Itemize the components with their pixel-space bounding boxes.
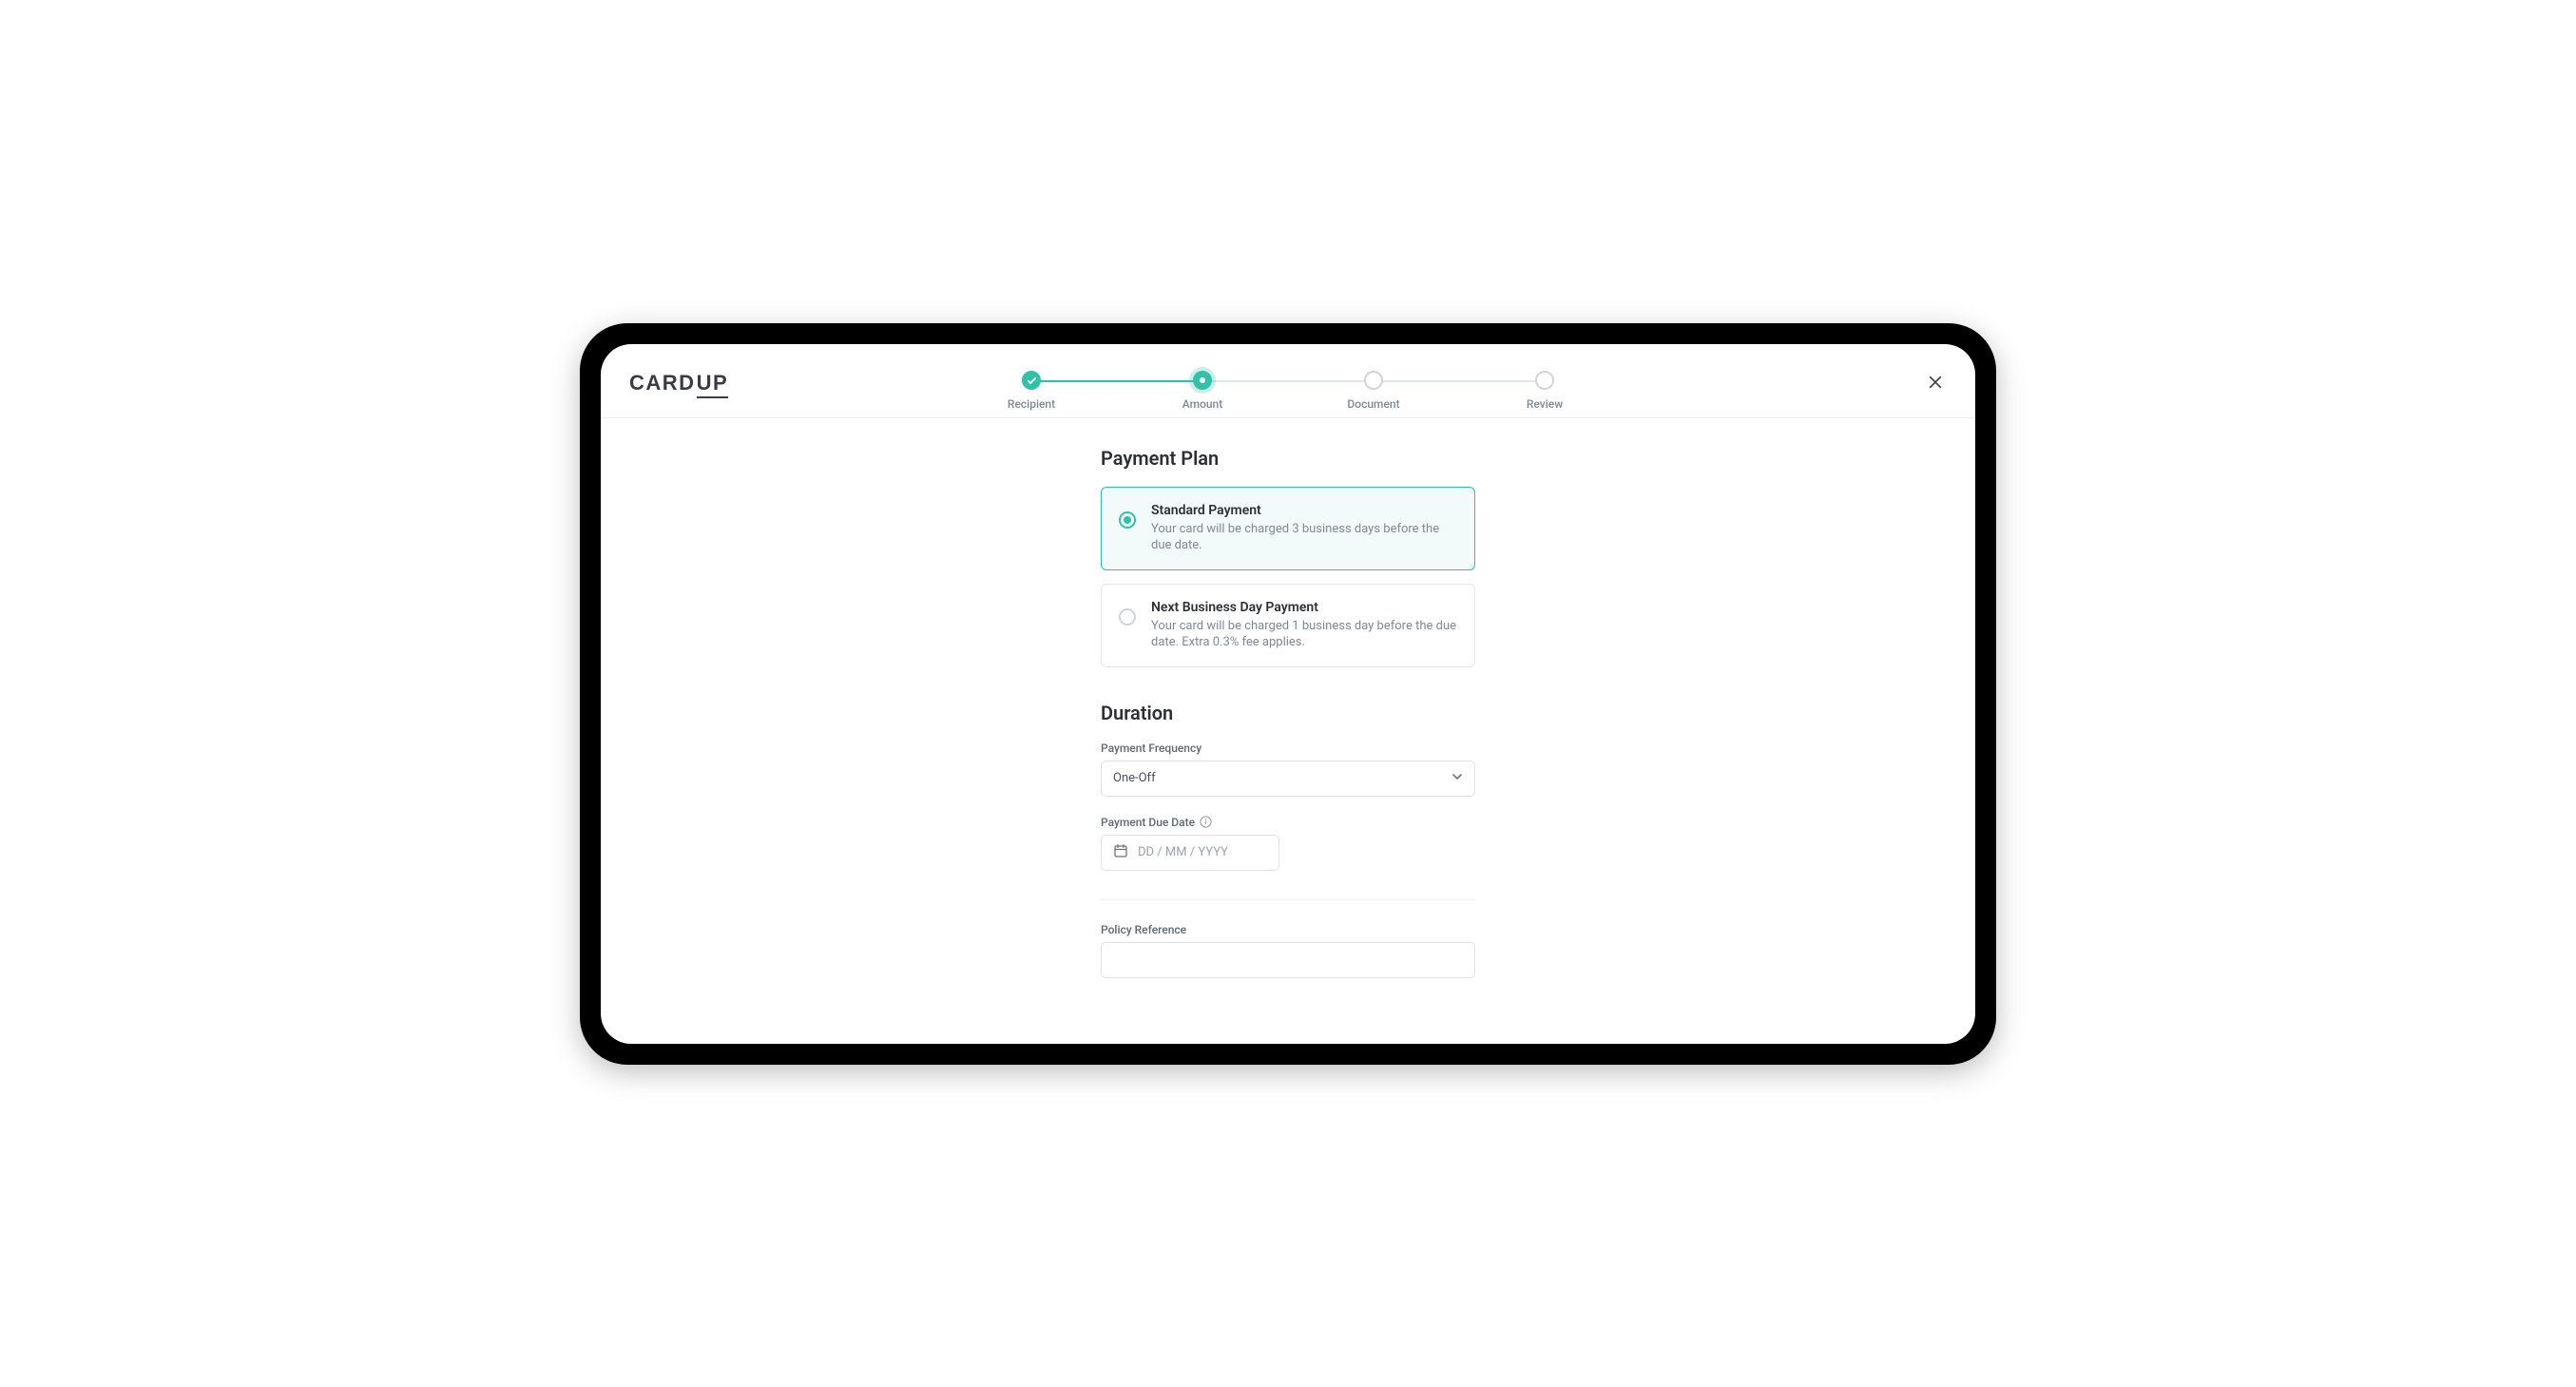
payment-due-date-label-text: Payment Due Date: [1101, 816, 1195, 829]
payment-frequency-value: One-Off: [1113, 771, 1156, 785]
logo-part2: UP: [697, 371, 729, 398]
content-area: Payment Plan Standard Payment Your card …: [601, 418, 1975, 1044]
duration-title: Duration: [1101, 702, 1475, 724]
step-amount-circle: [1193, 371, 1212, 390]
step-amount-label: Amount: [1182, 397, 1222, 411]
policy-reference-input[interactable]: [1113, 943, 1463, 977]
payment-due-date-label: Payment Due Date: [1101, 816, 1475, 829]
form-wrap: Payment Plan Standard Payment Your card …: [1101, 447, 1475, 978]
connector-2: [1202, 380, 1374, 382]
payment-due-date-row: Payment Due Date DD / MM / YYYY: [1101, 816, 1475, 871]
radio-standard: [1119, 511, 1136, 529]
topbar: CARDUP Recipient Amount: [601, 344, 1975, 418]
payment-plan-option-standard-text: Standard Payment Your card will be charg…: [1151, 503, 1457, 554]
payment-plan-title: Payment Plan: [1101, 447, 1475, 470]
step-recipient: Recipient: [946, 371, 1117, 411]
policy-reference-label: Policy Reference: [1101, 923, 1475, 936]
option-nextday-desc: Your card will be charged 1 business day…: [1151, 618, 1457, 651]
payment-plan-option-nextday[interactable]: Next Business Day Payment Your card will…: [1101, 584, 1475, 667]
payment-plan-option-standard[interactable]: Standard Payment Your card will be charg…: [1101, 487, 1475, 570]
close-icon: [1926, 373, 1945, 392]
payment-plan-option-nextday-text: Next Business Day Payment Your card will…: [1151, 600, 1457, 651]
close-button[interactable]: [1924, 371, 1947, 394]
chevron-down-icon: [1451, 771, 1463, 786]
policy-reference-input-wrap: [1101, 942, 1475, 978]
step-review: Review: [1459, 371, 1630, 411]
tooltip-icon[interactable]: [1200, 816, 1212, 828]
brand-logo: CARDUP: [629, 371, 728, 398]
screen: CARDUP Recipient Amount: [601, 344, 1975, 1044]
policy-reference-row: Policy Reference: [1101, 923, 1475, 978]
calendar-icon: [1113, 843, 1128, 862]
step-recipient-label: Recipient: [1008, 397, 1055, 411]
device-frame: CARDUP Recipient Amount: [580, 323, 1996, 1065]
option-nextday-title: Next Business Day Payment: [1151, 600, 1457, 615]
check-icon: [1027, 376, 1037, 386]
step-document: Document: [1288, 371, 1459, 411]
step-amount: Amount: [1117, 371, 1288, 411]
step-recipient-circle: [1022, 371, 1041, 390]
payment-due-date-input[interactable]: DD / MM / YYYY: [1101, 835, 1279, 871]
payment-frequency-label: Payment Frequency: [1101, 742, 1475, 755]
step-review-label: Review: [1527, 397, 1563, 411]
connector-1: [1031, 380, 1202, 382]
section-divider: [1101, 899, 1475, 900]
radio-nextday: [1119, 608, 1136, 626]
connector-3: [1374, 380, 1545, 382]
payment-due-date-placeholder: DD / MM / YYYY: [1138, 845, 1228, 859]
progress-stepper: Recipient Amount Document Review: [946, 359, 1630, 411]
logo-part1: CARD: [629, 371, 696, 395]
payment-frequency-row: Payment Frequency One-Off: [1101, 742, 1475, 797]
step-document-circle: [1364, 371, 1383, 390]
step-document-label: Document: [1347, 397, 1399, 411]
option-standard-desc: Your card will be charged 3 business day…: [1151, 521, 1457, 554]
payment-frequency-select[interactable]: One-Off: [1101, 761, 1475, 797]
option-standard-title: Standard Payment: [1151, 503, 1457, 518]
step-review-circle: [1535, 371, 1554, 390]
